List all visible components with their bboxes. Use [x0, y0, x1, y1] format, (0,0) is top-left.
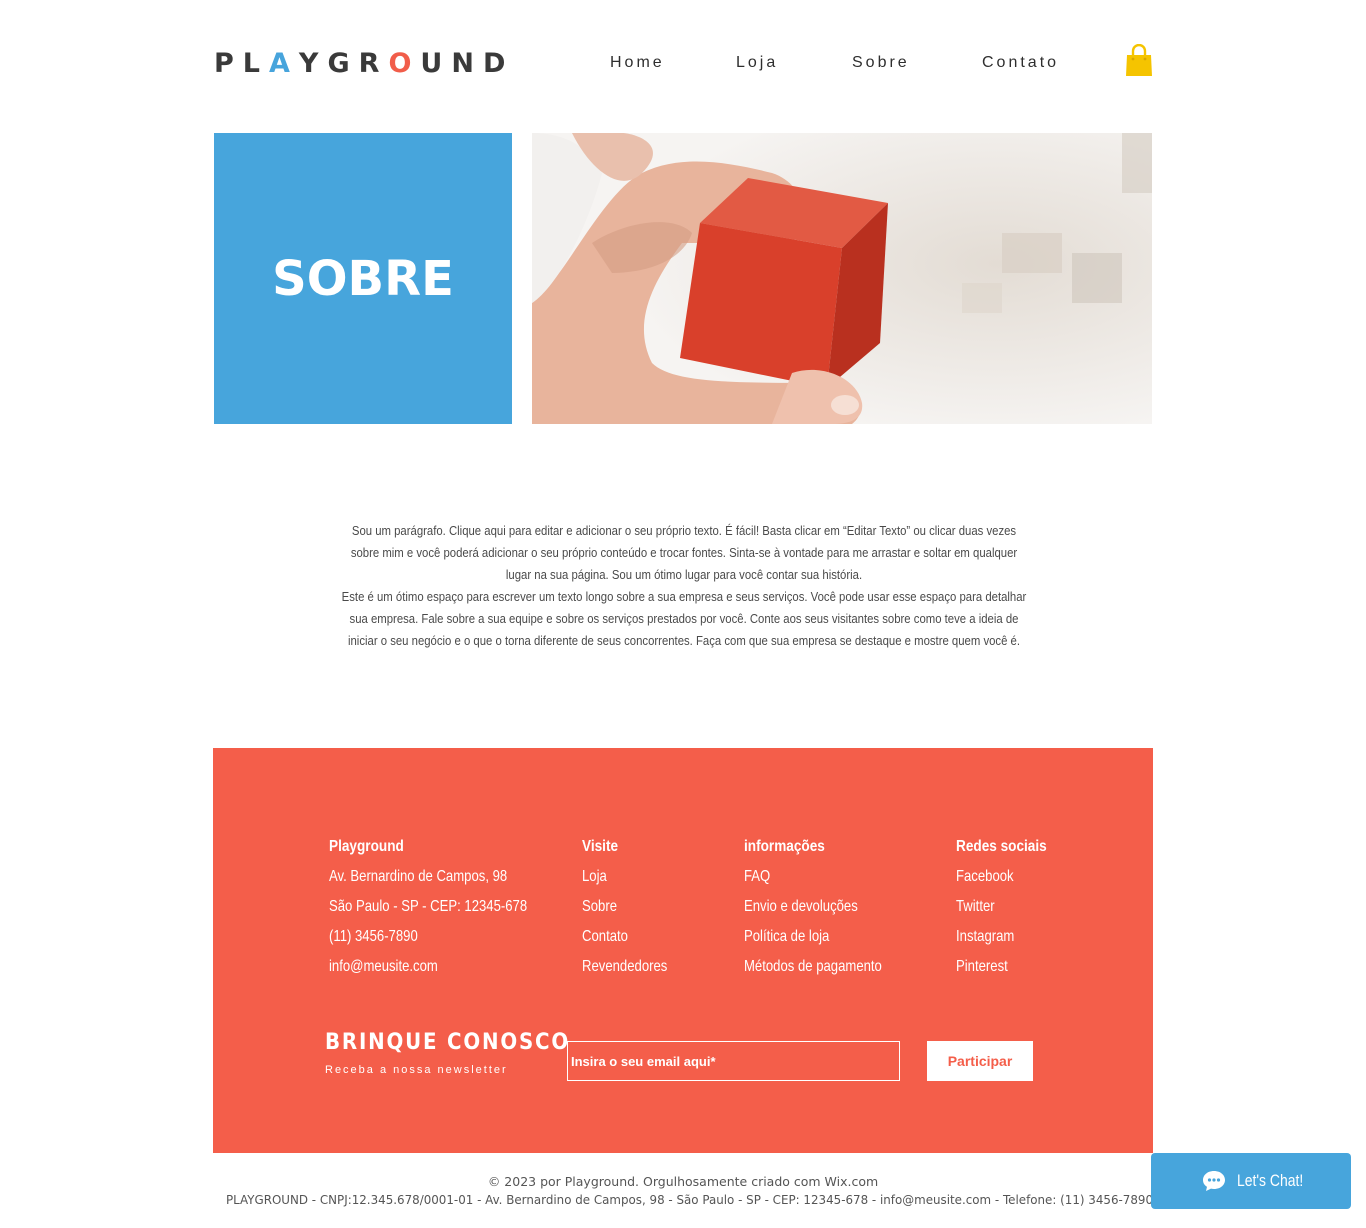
- footer-link-envio[interactable]: Envio e devoluções: [744, 896, 882, 926]
- newsletter-subtitle: Receba a nossa newsletter: [325, 1064, 508, 1076]
- footer-column-social: Redes sociais Facebook Twitter Instagram…: [956, 836, 1063, 986]
- hero-image-hand-holding-red-block: [532, 133, 1152, 424]
- main-nav: Home Loja Sobre Contato: [0, 54, 1366, 76]
- footer-column-heading: Redes sociais: [956, 838, 1047, 855]
- footer-link-contato[interactable]: Contato: [582, 926, 667, 956]
- footer-link-facebook[interactable]: Facebook: [956, 866, 1044, 896]
- hero-title: SOBRE: [272, 250, 454, 307]
- footer-block: Playground Av. Bernardino de Campos, 98 …: [213, 748, 1153, 1153]
- footer-link-pinterest[interactable]: Pinterest: [956, 956, 1044, 986]
- newsletter-submit-button[interactable]: Participar: [927, 1041, 1033, 1081]
- about-paragraph-1: Sou um parágrafo. Clique aqui para edita…: [350, 523, 1018, 582]
- chat-label: Let's Chat!: [1237, 1171, 1304, 1190]
- footer-link-twitter[interactable]: Twitter: [956, 896, 1044, 926]
- footer-city: São Paulo - SP - CEP: 12345-678: [329, 898, 528, 915]
- newsletter-email-input[interactable]: [567, 1041, 900, 1081]
- footer-link-instagram[interactable]: Instagram: [956, 926, 1044, 956]
- footer-column-info: informações FAQ Envio e devoluções Polít…: [744, 836, 912, 986]
- nav-loja[interactable]: Loja: [736, 54, 778, 72]
- nav-sobre[interactable]: Sobre: [852, 54, 910, 72]
- about-paragraph: Sou um parágrafo. Clique aqui para edita…: [340, 520, 1028, 652]
- chat-widget-button[interactable]: Let's Chat!: [1151, 1153, 1351, 1209]
- footer-link-pagamento[interactable]: Métodos de pagamento: [744, 956, 882, 986]
- nav-contato[interactable]: Contato: [982, 54, 1059, 72]
- footer-column-visit: Visite Loja Sobre Contato Revendedores: [582, 836, 686, 986]
- footer-column-heading: informações: [744, 838, 825, 855]
- footer-link-loja[interactable]: Loja: [582, 866, 667, 896]
- shopping-bag-icon[interactable]: [1124, 43, 1154, 78]
- footer-email-link[interactable]: info@meusite.com: [329, 956, 527, 986]
- footer-phone: (11) 3456-7890: [329, 928, 418, 945]
- company-info-text: PLAYGROUND - CNPJ:12.345.678/0001-01 - A…: [226, 1192, 1154, 1207]
- footer-address: Av. Bernardino de Campos, 98: [329, 868, 508, 885]
- chat-bubble-icon: [1201, 1169, 1227, 1193]
- footer-column-contact: Playground Av. Bernardino de Campos, 98 …: [329, 836, 571, 986]
- footer-column-heading: Visite: [582, 838, 619, 855]
- footer-link-faq[interactable]: FAQ: [744, 866, 882, 896]
- about-paragraph-2: Este é um ótimo espaço para escrever um …: [341, 589, 1027, 648]
- footer-link-sobre[interactable]: Sobre: [582, 896, 667, 926]
- newsletter-title: BRINQUE CONOSCO: [325, 1030, 570, 1055]
- nav-home[interactable]: Home: [610, 54, 665, 72]
- footer-link-politica[interactable]: Política de loja: [744, 926, 882, 956]
- hero-title-box: SOBRE: [214, 133, 512, 424]
- footer-link-revendedores[interactable]: Revendedores: [582, 956, 667, 986]
- footer-column-heading: Playground: [329, 838, 404, 855]
